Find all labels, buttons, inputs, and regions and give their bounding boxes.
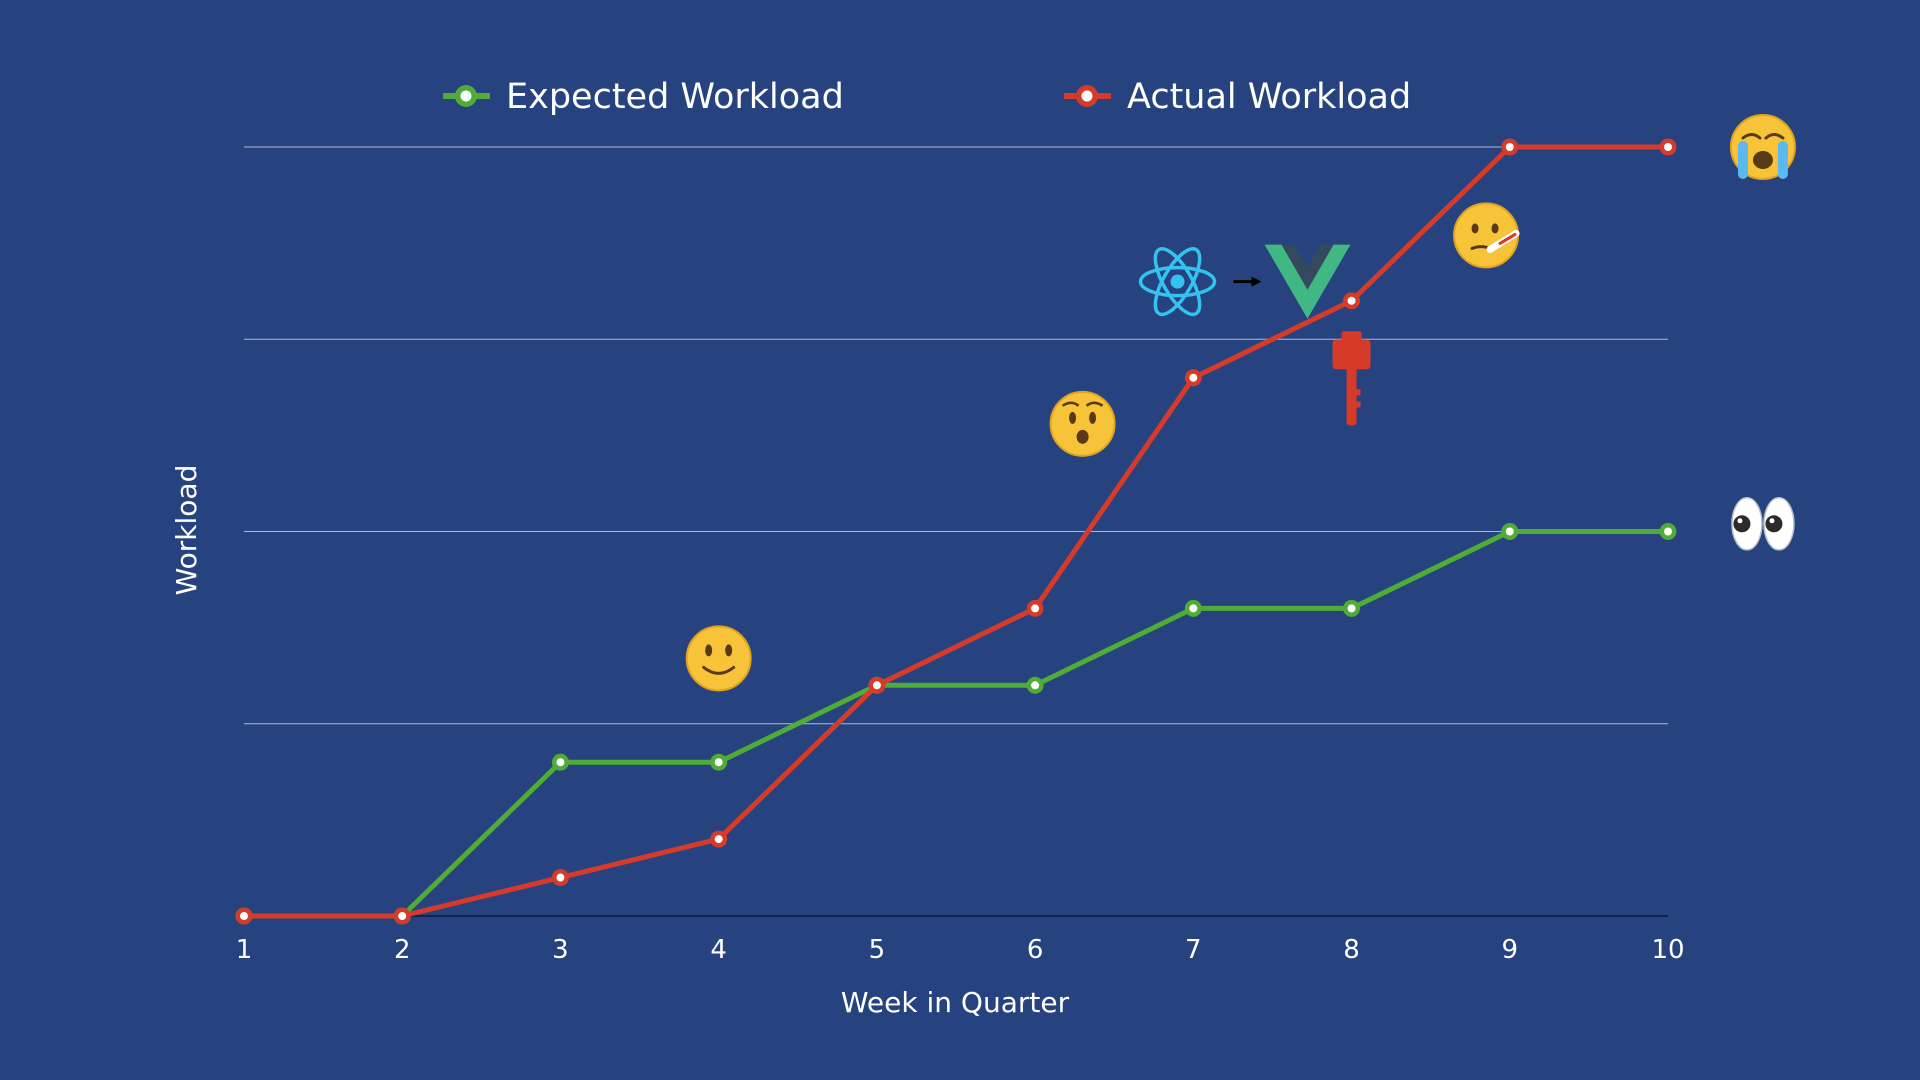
emoji-tear (1737, 141, 1748, 179)
emoji-eye (1069, 411, 1077, 424)
point-marker-center-expected (1031, 681, 1040, 690)
hushed-face-emoji (1049, 390, 1116, 457)
legend-label-expected: Expected Workload (506, 77, 844, 117)
x-tick-label-7: 7 (1185, 935, 1202, 965)
point-marker-center-expected (1347, 604, 1356, 613)
react-to-vue-icon (1138, 244, 1351, 319)
point-marker-center-actual (240, 912, 248, 920)
eyes-emoji (1731, 497, 1795, 551)
point-marker-center-actual (714, 835, 723, 844)
emoji-mouth (1076, 429, 1089, 444)
legend-item-expected: Expected Workload (443, 77, 844, 117)
grid-layer (244, 146, 1668, 917)
fire-extinguisher-icon (1332, 331, 1371, 426)
react-logo-icon (1138, 247, 1217, 317)
x-tick-label-5: 5 (869, 935, 886, 965)
data-point-actual-week-1 (235, 907, 253, 925)
emoji-pupil-glint (1737, 518, 1743, 524)
data-point-actual-week-6 (1026, 599, 1044, 617)
data-point-actual-week-7 (1184, 369, 1202, 387)
x-axis-title: Week in Quarter (841, 986, 1070, 1019)
point-marker-center-expected (1189, 604, 1198, 613)
react-nucleus (1170, 274, 1185, 289)
extinguisher-nozzle (1346, 367, 1357, 426)
data-point-expected-week-9 (1501, 523, 1519, 540)
data-point-expected-week-10 (1659, 523, 1677, 540)
point-marker-center-actual (872, 681, 881, 690)
x-tick-label-2: 2 (394, 935, 411, 965)
data-point-actual-week-5 (868, 676, 886, 694)
slightly-smiling-face-emoji (685, 625, 752, 692)
x-tick-label-4: 4 (710, 935, 727, 965)
emoji-eye (1471, 223, 1479, 234)
x-tick-label-3: 3 (552, 935, 569, 965)
data-point-actual-week-2 (393, 907, 411, 925)
legend-label-actual: Actual Workload (1127, 77, 1411, 117)
emoji-mouth (1752, 151, 1773, 169)
legend-marker-center-actual (1081, 90, 1093, 102)
legend-marker-center-expected (460, 90, 472, 102)
emoji-pupil-glint (1769, 518, 1775, 524)
emoji-eye (1491, 223, 1499, 234)
annotation-layer (685, 114, 1796, 692)
data-point-expected-week-4 (710, 753, 728, 771)
emoji-tear (1777, 141, 1788, 179)
extinguisher-head (1332, 339, 1371, 370)
y-axis-title: Workload (170, 465, 203, 596)
arrow-right-icon (1233, 276, 1262, 287)
point-marker-center-actual (1347, 296, 1356, 305)
data-point-actual-week-9 (1501, 138, 1519, 156)
x-tick-label-6: 6 (1027, 935, 1044, 965)
data-point-expected-week-3 (551, 753, 569, 771)
data-point-expected-week-7 (1184, 599, 1202, 617)
data-point-actual-week-4 (710, 830, 728, 848)
point-marker-center-actual (556, 873, 565, 882)
emoji-pupil (1765, 515, 1783, 533)
line-chart: Expected Workload Actual Workload 1 2 3 4 5 6… (170, 77, 1796, 1019)
extinguisher-notch (1354, 401, 1361, 408)
loudly-crying-face-emoji (1729, 114, 1796, 180)
data-point-actual-week-8 (1343, 292, 1361, 310)
emoji-eye (1089, 411, 1097, 424)
face-with-thermometer-emoji (1453, 202, 1520, 269)
arrow-head (1251, 276, 1262, 287)
x-tick-label-9: 9 (1502, 935, 1519, 965)
extinguisher-handle (1341, 331, 1362, 342)
data-point-actual-week-3 (551, 869, 569, 887)
point-marker-center-expected (1505, 527, 1514, 536)
emoji-face-disc (685, 625, 752, 692)
point-marker-center-actual (1664, 143, 1672, 151)
emoji-pupil (1733, 515, 1751, 533)
point-marker-center-expected (1664, 527, 1672, 536)
emoji-face-disc (1049, 390, 1116, 457)
data-point-actual-week-10 (1659, 138, 1677, 156)
x-tick-label-10: 10 (1651, 935, 1684, 965)
x-axis: 1 2 3 4 5 6 7 8 9 10 (236, 935, 1685, 965)
emoji-eye (725, 644, 733, 657)
point-marker-center-expected (714, 758, 723, 767)
x-tick-label-1: 1 (236, 935, 253, 965)
legend-item-actual: Actual Workload (1064, 77, 1411, 117)
data-point-expected-week-8 (1343, 599, 1361, 617)
point-marker-center-actual (1189, 373, 1198, 382)
emoji-eye (705, 644, 713, 657)
data-point-expected-week-6 (1026, 676, 1044, 694)
point-marker-center-actual (1505, 143, 1514, 151)
point-marker-center-actual (398, 912, 407, 920)
chart-container: Expected Workload Actual Workload 1 2 3 4 5 6… (0, 0, 1920, 1080)
legend: Expected Workload Actual Workload (443, 77, 1411, 117)
point-marker-center-expected (556, 758, 565, 767)
point-marker-center-actual (1031, 604, 1040, 613)
x-tick-label-8: 8 (1343, 935, 1360, 965)
extinguisher-notch (1354, 389, 1361, 396)
